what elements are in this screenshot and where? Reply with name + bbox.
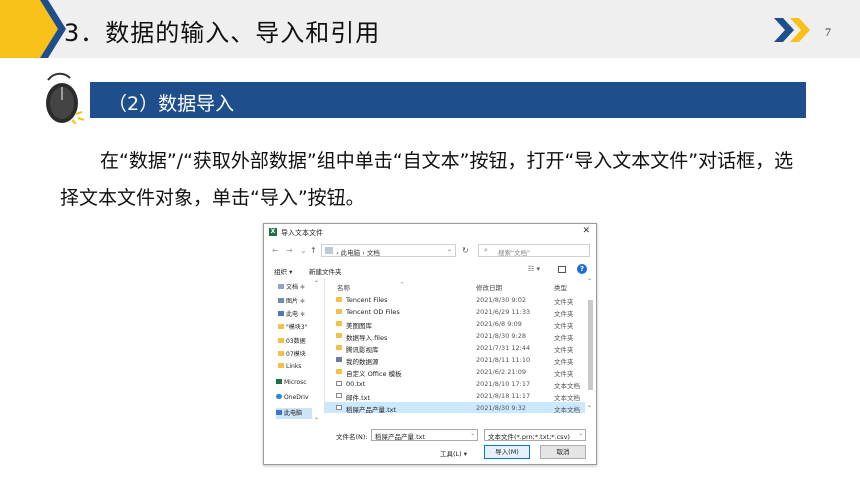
folder-icon bbox=[336, 369, 342, 374]
nav-item-03data[interactable]: 03数据 bbox=[278, 336, 320, 347]
scrollbar-thumb[interactable] bbox=[588, 300, 593, 390]
folder-icon bbox=[325, 247, 333, 254]
text-file-icon bbox=[336, 393, 342, 398]
folder-icon bbox=[336, 297, 342, 302]
file-row[interactable]: Tencent Files 2021/8/30 9:02 文件夹 bbox=[325, 294, 585, 306]
file-row[interactable]: 邮件.txt 2021/8/18 11:17 文本文档 bbox=[325, 390, 585, 402]
instruction-paragraph: 在“数据”/“获取外部数据”组中单击“自文本”按钮，打开“导入文本文件”对话框，… bbox=[60, 150, 794, 209]
file-list-scrollbar[interactable]: ⌃ ⌄ bbox=[587, 278, 594, 414]
file-row[interactable]: 数据导入.files 2021/8/30 9:28 文件夹 bbox=[325, 330, 585, 342]
address-path: › 此电脑 › 文档 bbox=[336, 249, 380, 257]
scroll-up-icon[interactable]: ⌃ bbox=[587, 278, 592, 285]
filetype-select[interactable]: 文本文件(*.prn;*.txt;*.csv) ⌄ bbox=[484, 429, 586, 441]
text-file-icon bbox=[336, 405, 342, 410]
chevron-down-icon[interactable]: ⌄ bbox=[447, 246, 452, 253]
dialog-toolbar: 组织 ▾ 新建文件夹 ☷ ▾ ? bbox=[264, 263, 596, 277]
nav-item-pictures[interactable]: 图片 ✱ bbox=[278, 296, 320, 307]
chevron-down-icon[interactable]: ⌄ bbox=[470, 431, 475, 437]
close-icon[interactable]: ✕ bbox=[582, 226, 590, 236]
mouse-icon bbox=[46, 72, 85, 124]
filename-label: 文件名(N): bbox=[336, 433, 368, 441]
page-number: 7 bbox=[825, 25, 831, 39]
document-icon bbox=[278, 284, 284, 289]
help-icon[interactable]: ? bbox=[577, 264, 587, 274]
computer-icon bbox=[278, 311, 284, 316]
folder-icon bbox=[336, 321, 342, 326]
file-row[interactable]: 自定义 Office 模板 2021/6/2 21:09 文件夹 bbox=[325, 366, 585, 378]
nav-item-documents[interactable]: 文档 ✱ bbox=[278, 282, 320, 293]
dialog-titlebar: X 导入文本文件 ✕ bbox=[264, 224, 596, 240]
file-row-selected[interactable]: 稻屎产品产量.txt 2021/8/30 9:32 文本文档 bbox=[325, 402, 585, 414]
navigation-row: ← → ⌄ ↑ › 此电脑 › 文档 ⌄ ↻ ⌕ 搜索"文档" bbox=[264, 243, 596, 259]
column-modified[interactable]: 修改日期 bbox=[476, 282, 502, 292]
onedrive-icon bbox=[276, 394, 282, 399]
file-row[interactable]: 美图图库 2021/6/8 9:09 文件夹 bbox=[325, 318, 585, 330]
excel-app-icon: X bbox=[269, 228, 277, 236]
nav-item-onedrive[interactable]: OneDriv bbox=[276, 394, 318, 405]
folder-icon bbox=[278, 324, 284, 329]
folder-icon bbox=[278, 351, 284, 356]
nav-item-07module[interactable]: 07模块 bbox=[278, 349, 320, 360]
preview-pane-icon[interactable] bbox=[558, 266, 566, 273]
new-folder-button[interactable]: 新建文件夹 bbox=[309, 266, 342, 276]
file-row[interactable]: 腾讯影视库 2021/7/31 12:44 文件夹 bbox=[325, 342, 585, 354]
file-row[interactable]: 00.txt 2021/8/10 17:17 文本文档 bbox=[325, 378, 585, 390]
text-file-icon bbox=[336, 381, 342, 386]
cancel-button[interactable]: 取消 bbox=[540, 445, 586, 459]
file-row[interactable]: 我的数据源 2021/8/11 11:10 文件夹 bbox=[325, 354, 585, 366]
pin-icon: ✱ bbox=[299, 284, 305, 291]
dialog-title: 导入文本文件 bbox=[281, 229, 323, 237]
nav-item-links[interactable]: Links bbox=[278, 363, 320, 374]
column-headers: 名称 ^ 修改日期 类型 bbox=[325, 282, 596, 293]
file-list: 名称 ^ 修改日期 类型 Tencent Files 2021/8/30 9:02… bbox=[324, 278, 596, 414]
import-button[interactable]: 导入(M) bbox=[484, 445, 530, 459]
excel-icon bbox=[276, 379, 282, 384]
scroll-down-icon[interactable]: ⌄ bbox=[587, 402, 592, 409]
search-input[interactable]: ⌕ 搜索"文档" bbox=[478, 244, 590, 257]
nav-item-this-pc-pinned[interactable]: 此电 ✱ bbox=[278, 309, 320, 320]
chevron-down-icon[interactable]: ⌄ bbox=[578, 431, 583, 437]
folder-icon bbox=[278, 338, 284, 343]
pictures-icon bbox=[278, 298, 284, 303]
folder-icon bbox=[336, 345, 342, 350]
pin-icon: ✱ bbox=[299, 311, 305, 318]
data-source-folder-icon bbox=[336, 357, 342, 362]
search-placeholder: 搜索"文档" bbox=[498, 249, 530, 257]
sort-up-icon: ^ bbox=[400, 282, 405, 288]
tools-menu[interactable]: 工具(L) ▾ bbox=[440, 448, 467, 458]
navigation-pane: ⌃ 文档 ✱ 图片 ✱ 此电 ✱ "模块3" 03数据 07模块 Links M… bbox=[264, 278, 322, 426]
folder-icon bbox=[278, 363, 284, 368]
import-text-file-dialog: X 导入文本文件 ✕ ← → ⌄ ↑ › 此电脑 › 文档 ⌄ ↻ ⌕ 搜索"文… bbox=[263, 223, 597, 465]
up-arrow-icon[interactable]: ↑ bbox=[310, 246, 317, 255]
file-row[interactable]: Tencent OD Files 2021/6/29 11:33 文件夹 bbox=[325, 306, 585, 318]
dialog-footer: 文件名(N): 稻屎产品产量.txt ⌄ 文本文件(*.prn;*.txt;*.… bbox=[264, 426, 596, 464]
view-options-icon[interactable]: ☷ ▾ bbox=[528, 265, 540, 273]
search-icon: ⌕ bbox=[484, 246, 488, 254]
forward-arrow-icon[interactable]: → bbox=[286, 246, 293, 255]
dropdown-history-icon[interactable]: ⌄ bbox=[300, 246, 307, 255]
section-title: （2）数据导入 bbox=[108, 93, 235, 115]
organize-menu[interactable]: 组织 ▾ bbox=[274, 266, 292, 276]
folder-icon bbox=[336, 309, 342, 314]
nav-item-microsoft-excel[interactable]: Microsc bbox=[276, 379, 318, 390]
filename-input[interactable]: 稻屎产品产量.txt ⌄ bbox=[371, 429, 478, 441]
folder-icon bbox=[336, 333, 342, 338]
scroll-down-icon[interactable]: ⌄ bbox=[314, 414, 319, 421]
nav-item-module3[interactable]: "模块3" bbox=[278, 322, 320, 333]
nav-item-this-pc[interactable]: 此电脑 bbox=[276, 408, 312, 419]
refresh-icon[interactable]: ↻ bbox=[462, 246, 469, 255]
slide-title: 3．数据的输入、导入和引用 bbox=[64, 19, 381, 47]
pin-icon: ✱ bbox=[299, 298, 305, 305]
address-bar[interactable]: › 此电脑 › 文档 ⌄ bbox=[321, 244, 456, 257]
column-type[interactable]: 类型 bbox=[554, 282, 567, 292]
column-name[interactable]: 名称 bbox=[337, 282, 350, 292]
back-arrow-icon[interactable]: ← bbox=[272, 246, 279, 255]
computer-icon bbox=[276, 410, 282, 415]
